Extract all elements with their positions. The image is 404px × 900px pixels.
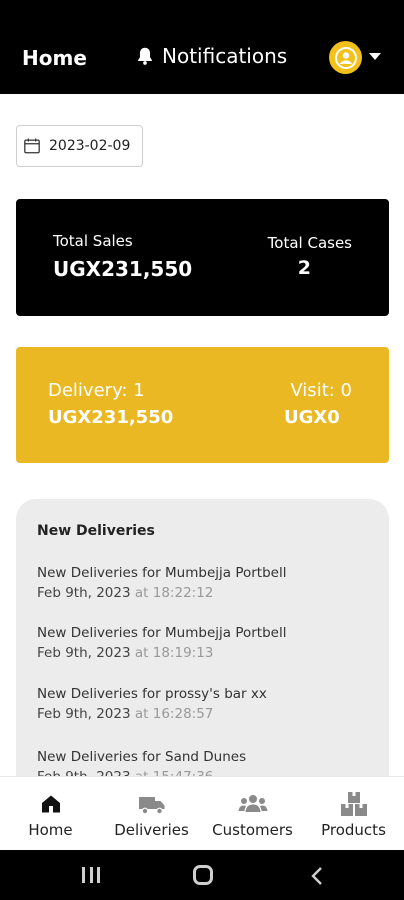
delivery-item-timestamp: Feb 9th, 2023 at 18:19:13 [37, 645, 214, 661]
list-item[interactable]: New Deliveries for Mumbejja Portbell Feb… [37, 563, 286, 603]
delivery-visit-card: Delivery: 1 Visit: 0 UGX231,550 UGX0 [16, 347, 389, 463]
home-icon [41, 795, 60, 813]
system-navigation-bar [0, 850, 404, 900]
nav-label-products: Products [321, 821, 386, 839]
nav-item-deliveries[interactable]: Deliveries [101, 777, 202, 851]
delivery-item-timestamp: Feb 9th, 2023 at 18:22:12 [37, 585, 214, 601]
bell-icon [138, 47, 152, 65]
back-icon[interactable] [310, 866, 324, 886]
calendar-icon [24, 138, 40, 154]
chevron-down-icon[interactable] [369, 53, 381, 60]
notifications-label: Notifications [162, 44, 288, 68]
total-cases-label: Total Cases [267, 234, 352, 252]
visit-label: Visit: [290, 380, 335, 401]
home-title[interactable]: Home [22, 46, 87, 70]
delivery-item-timestamp: Feb 9th, 2023 at 16:28:57 [37, 706, 214, 722]
boxes-icon [340, 792, 367, 816]
bottom-navigation: Home Deliveries Customers Products [0, 776, 404, 850]
nav-label-home: Home [28, 821, 73, 839]
user-icon [334, 46, 357, 69]
delivery-amount: UGX231,550 [48, 407, 174, 428]
delivery-item-name: New Deliveries for Sand Dunes [37, 749, 247, 765]
nav-item-customers[interactable]: Customers [202, 777, 303, 851]
delivery-label: Delivery: [48, 380, 128, 401]
recent-apps-icon[interactable] [82, 867, 100, 883]
truck-icon [138, 797, 164, 815]
delivery-count-row: Delivery: 1 [48, 380, 145, 401]
delivery-count: 1 [133, 380, 145, 401]
nav-item-home[interactable]: Home [0, 777, 101, 851]
nav-label-customers: Customers [212, 821, 293, 839]
date-picker-field[interactable]: 2023-02-09 [16, 125, 143, 167]
nav-item-products[interactable]: Products [303, 777, 404, 851]
nav-label-deliveries: Deliveries [114, 821, 189, 839]
total-sales-label: Total Sales [53, 232, 133, 250]
delivery-item-name: New Deliveries for Mumbejja Portbell [37, 565, 287, 581]
visit-count-row: Visit: 0 [290, 380, 352, 401]
new-deliveries-panel[interactable]: New Deliveries New Deliveries for Mumbej… [16, 499, 389, 789]
top-app-bar: Home Notifications [0, 0, 404, 94]
sales-summary-card: Total Sales UGX231,550 Total Cases 2 [16, 199, 389, 316]
new-deliveries-title: New Deliveries [37, 523, 155, 539]
users-icon [238, 795, 267, 812]
date-value: 2023-02-09 [49, 138, 131, 154]
total-sales-value: UGX231,550 [53, 257, 193, 281]
delivery-item-name: New Deliveries for Mumbejja Portbell [37, 625, 287, 641]
total-cases-value: 2 [297, 257, 311, 279]
visit-count: 0 [340, 380, 352, 401]
system-home-icon[interactable] [193, 865, 213, 885]
list-item[interactable]: New Deliveries for Mumbejja Portbell Feb… [37, 623, 286, 663]
delivery-item-name: New Deliveries for prossy's bar xx [37, 686, 267, 702]
visit-amount: UGX0 [284, 407, 340, 428]
avatar[interactable] [329, 41, 362, 74]
notifications-button[interactable]: Notifications [134, 44, 287, 68]
list-item[interactable]: New Deliveries for prossy's bar xx Feb 9… [37, 684, 267, 724]
